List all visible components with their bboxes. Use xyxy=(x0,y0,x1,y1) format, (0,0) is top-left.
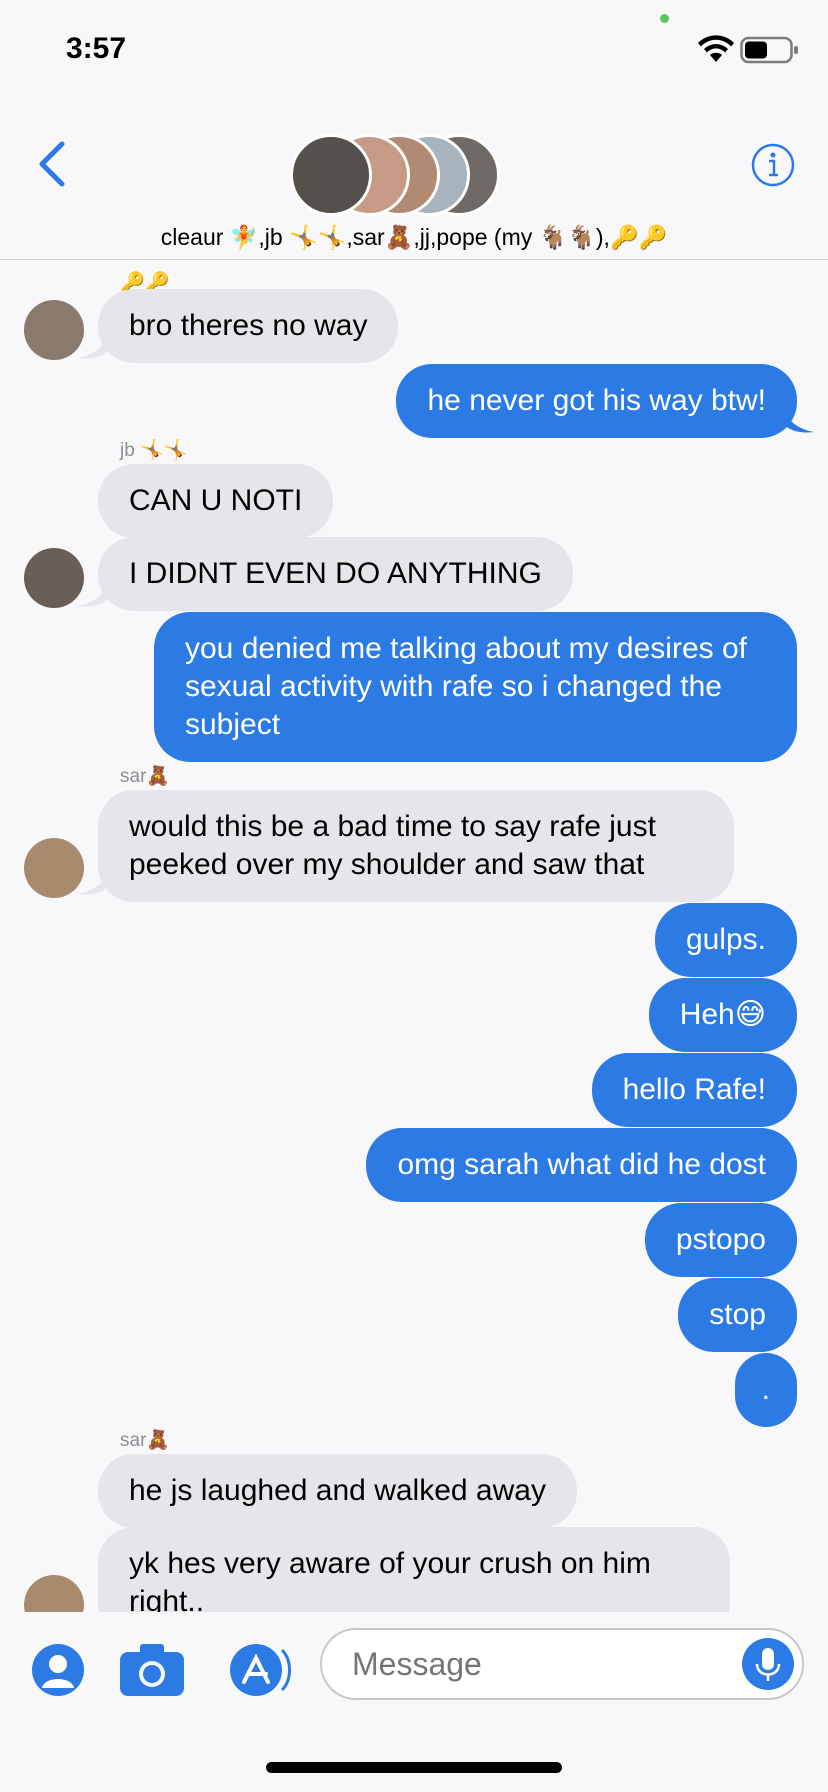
incoming-message[interactable]: he js laughed and walked away xyxy=(98,1454,577,1528)
app-store-icon[interactable] xyxy=(222,1642,294,1698)
sender-name: sar🧸 xyxy=(120,1430,171,1451)
bubble-tail xyxy=(784,404,814,433)
bubble-tail xyxy=(78,330,108,359)
message-list[interactable]: 🔑🔑 bro theres no way he never got his wa… xyxy=(0,0,828,1612)
bubble-tail xyxy=(78,866,108,895)
avatar xyxy=(24,300,84,360)
outgoing-message[interactable]: you denied me talking about my desires o… xyxy=(154,612,797,762)
camera-icon[interactable] xyxy=(118,1642,186,1698)
outgoing-message[interactable]: gulps. xyxy=(654,903,797,977)
microphone-icon xyxy=(755,1648,781,1681)
incoming-message[interactable]: yk hes very aware of your crush on him r… xyxy=(98,1527,730,1612)
outgoing-message[interactable]: pstopo xyxy=(644,1203,797,1277)
outgoing-message[interactable]: stop xyxy=(678,1278,797,1352)
outgoing-message[interactable]: he never got his way btw! xyxy=(396,364,797,438)
microphone-button[interactable] xyxy=(742,1638,794,1690)
message-input[interactable] xyxy=(320,1628,804,1700)
avatar xyxy=(24,548,84,608)
sender-name: jb 🤸🤸 xyxy=(120,440,188,461)
incoming-message[interactable]: I DIDNT EVEN DO ANYTHING xyxy=(98,537,573,611)
incoming-message[interactable]: would this be a bad time to say rafe jus… xyxy=(98,790,734,902)
outgoing-message[interactable]: omg sarah what did he dost xyxy=(366,1128,797,1202)
incoming-message[interactable]: CAN U NOTI xyxy=(98,464,334,538)
bubble-tail xyxy=(78,578,108,607)
avatar xyxy=(24,1575,84,1612)
avatar xyxy=(24,838,84,898)
memoji-icon[interactable] xyxy=(30,1642,86,1698)
outgoing-message[interactable]: . xyxy=(734,1353,797,1427)
incoming-message[interactable]: bro theres no way xyxy=(98,289,399,363)
sender-name: sar🧸 xyxy=(120,766,171,787)
outgoing-message[interactable]: Heh😅 xyxy=(648,978,797,1052)
outgoing-message[interactable]: hello Rafe! xyxy=(591,1053,797,1127)
home-indicator[interactable] xyxy=(266,1762,562,1773)
